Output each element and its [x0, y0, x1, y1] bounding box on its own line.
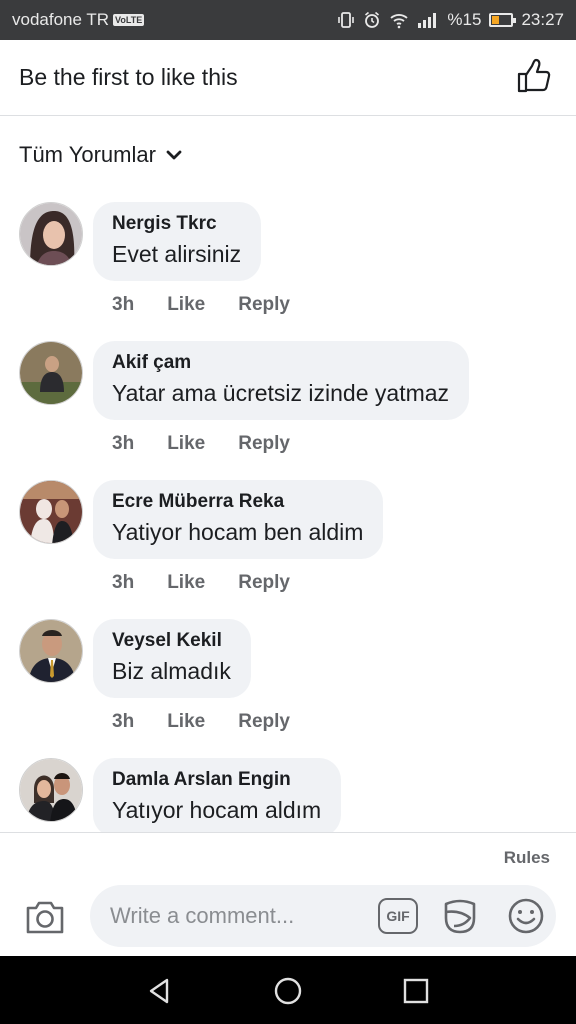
rules-link[interactable]: Rules	[504, 848, 550, 868]
comment-item: Ecre Müberra Reka Yatiyor hocam ben aldi…	[0, 478, 576, 617]
avatar[interactable]	[19, 480, 83, 544]
recents-icon[interactable]	[401, 976, 431, 1006]
likes-header: Be the first to like this	[0, 40, 576, 116]
status-icons: %15 23:27	[337, 10, 564, 30]
comment-text: Yatıyor hocam aldım	[112, 797, 322, 823]
carrier-name: vodafone TR	[12, 10, 110, 29]
filter-label: Tüm Yorumlar	[19, 142, 156, 167]
comment-author[interactable]: Nergis Tkrc	[112, 213, 241, 235]
battery-percent: %15	[447, 10, 482, 29]
comment-item: Damla Arslan Engin Yatıyor hocam aldım	[0, 756, 576, 832]
comment-text: Yatar ama ücretsiz izinde yatmaz	[112, 380, 450, 406]
reply-button[interactable]: Reply	[238, 711, 290, 733]
back-icon[interactable]	[145, 976, 175, 1006]
wifi-icon	[390, 14, 409, 29]
comment-input[interactable]	[90, 885, 556, 947]
reply-button[interactable]: Reply	[238, 433, 290, 455]
comments-sheet: Be the first to like this Tüm Yorumlar N…	[0, 40, 576, 956]
like-button[interactable]: Like	[167, 433, 205, 455]
volte-badge: VoLTE	[113, 14, 145, 26]
comment-actions: 3h Like Reply	[112, 572, 323, 594]
like-button[interactable]: Like	[167, 572, 205, 594]
battery-icon	[489, 13, 517, 27]
comment-author[interactable]: Akif çam	[112, 352, 449, 374]
comment-bubble[interactable]: Ecre Müberra Reka Yatiyor hocam ben aldi…	[93, 480, 384, 559]
like-button[interactable]: Like	[167, 294, 205, 316]
clock: 23:27	[521, 10, 564, 29]
avatar[interactable]	[19, 758, 83, 822]
signal-icon	[418, 13, 437, 28]
vibrate-icon	[338, 12, 355, 28]
comment-text: Evet alirsiniz	[112, 241, 242, 267]
comment-author[interactable]: Damla Arslan Engin	[112, 769, 321, 791]
home-icon[interactable]	[273, 976, 303, 1006]
comment-bubble[interactable]: Damla Arslan Engin Yatıyor hocam aldım	[93, 758, 342, 832]
nav-bar	[0, 956, 576, 1024]
comment-bubble[interactable]: Veysel Kekil Biz almadık	[93, 619, 251, 698]
alarm-icon	[365, 11, 380, 28]
composer-divider	[0, 832, 576, 833]
comment-time: 3h	[112, 433, 135, 454]
camera-icon[interactable]	[24, 898, 66, 936]
reply-button[interactable]: Reply	[238, 294, 290, 316]
comment-time: 3h	[112, 711, 135, 732]
comment-item: Akif çam Yatar ama ücretsiz izinde yatma…	[0, 339, 576, 478]
comment-time: 3h	[112, 572, 135, 593]
comment-actions: 3h Like Reply	[112, 294, 323, 316]
comment-text: Yatiyor hocam ben aldim	[112, 519, 364, 545]
comment-time: 3h	[112, 294, 135, 315]
comment-author[interactable]: Ecre Müberra Reka	[112, 491, 363, 513]
emoji-icon[interactable]	[506, 896, 546, 936]
comment-item: Nergis Tkrc Evet alirsiniz 3h Like Reply	[0, 200, 576, 339]
comment-actions: 3h Like Reply	[112, 711, 323, 733]
comment-bubble[interactable]: Nergis Tkrc Evet alirsiniz	[93, 202, 262, 281]
avatar[interactable]	[19, 619, 83, 683]
avatar[interactable]	[19, 341, 83, 405]
gif-label: GIF	[386, 908, 410, 924]
chevron-down-icon	[166, 150, 182, 160]
reply-button[interactable]: Reply	[238, 572, 290, 594]
carrier-group: vodafone TR VoLTE	[12, 10, 145, 30]
comment-bubble[interactable]: Akif çam Yatar ama ücretsiz izinde yatma…	[93, 341, 470, 420]
comment-author[interactable]: Veysel Kekil	[112, 630, 231, 652]
comment-filter-dropdown[interactable]: Tüm Yorumlar	[19, 142, 182, 168]
comment-actions: 3h Like Reply	[112, 433, 323, 455]
likes-summary[interactable]: Be the first to like this	[19, 64, 238, 91]
thumbs-up-outline-icon[interactable]	[516, 58, 552, 94]
comment-text: Biz almadık	[112, 658, 231, 684]
avatar[interactable]	[19, 202, 83, 266]
sticker-icon[interactable]	[440, 896, 480, 936]
gif-icon[interactable]: GIF	[378, 898, 418, 934]
comment-item: Veysel Kekil Biz almadık 3h Like Reply	[0, 617, 576, 756]
comment-list: Nergis Tkrc Evet alirsiniz 3h Like Reply	[0, 200, 576, 832]
like-button[interactable]: Like	[167, 711, 205, 733]
status-bar: vodafone TR VoLTE %15 23:27	[0, 0, 576, 40]
